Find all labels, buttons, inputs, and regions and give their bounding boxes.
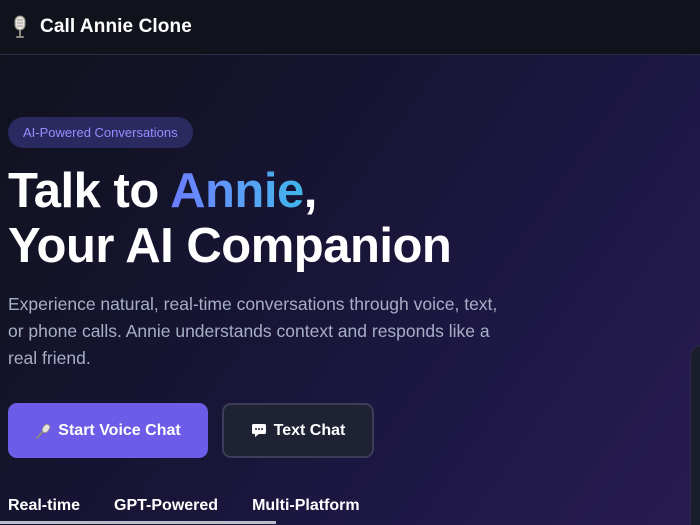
headline-line2: Your AI Companion bbox=[8, 219, 452, 273]
side-floating-panel[interactable] bbox=[690, 345, 700, 525]
app-title[interactable]: Call Annie Clone bbox=[40, 16, 192, 38]
text-chat-button[interactable]: Text Chat bbox=[222, 403, 374, 458]
text-chat-label: Text Chat bbox=[273, 421, 346, 439]
headline-comma: , bbox=[303, 164, 318, 218]
top-navbar: Call Annie Clone bbox=[0, 0, 700, 55]
scroll-indicator-bar bbox=[0, 521, 276, 524]
microphone-icon bbox=[35, 423, 51, 439]
feature-item-real-time: Real-time bbox=[8, 497, 81, 514]
microphone-icon bbox=[10, 15, 30, 39]
feature-item-gpt-powered: GPT-Powered bbox=[114, 497, 219, 514]
feature-list: Real-time GPT-Powered Multi-Platform bbox=[8, 497, 394, 515]
headline-accent-name: Annie bbox=[170, 164, 304, 218]
ai-powered-badge: AI-Powered Conversations bbox=[8, 117, 193, 148]
feature-item-multi-platform: Multi-Platform bbox=[252, 497, 360, 514]
start-voice-chat-button[interactable]: Start Voice Chat bbox=[8, 403, 208, 458]
hero-headline: Talk to Annie, Your AI Companion bbox=[8, 164, 452, 274]
start-voice-chat-label: Start Voice Chat bbox=[58, 421, 181, 439]
chat-bubble-icon bbox=[251, 423, 267, 438]
hero-description: Experience natural, real-time conversati… bbox=[8, 294, 498, 368]
headline-prefix: Talk to bbox=[8, 164, 171, 218]
